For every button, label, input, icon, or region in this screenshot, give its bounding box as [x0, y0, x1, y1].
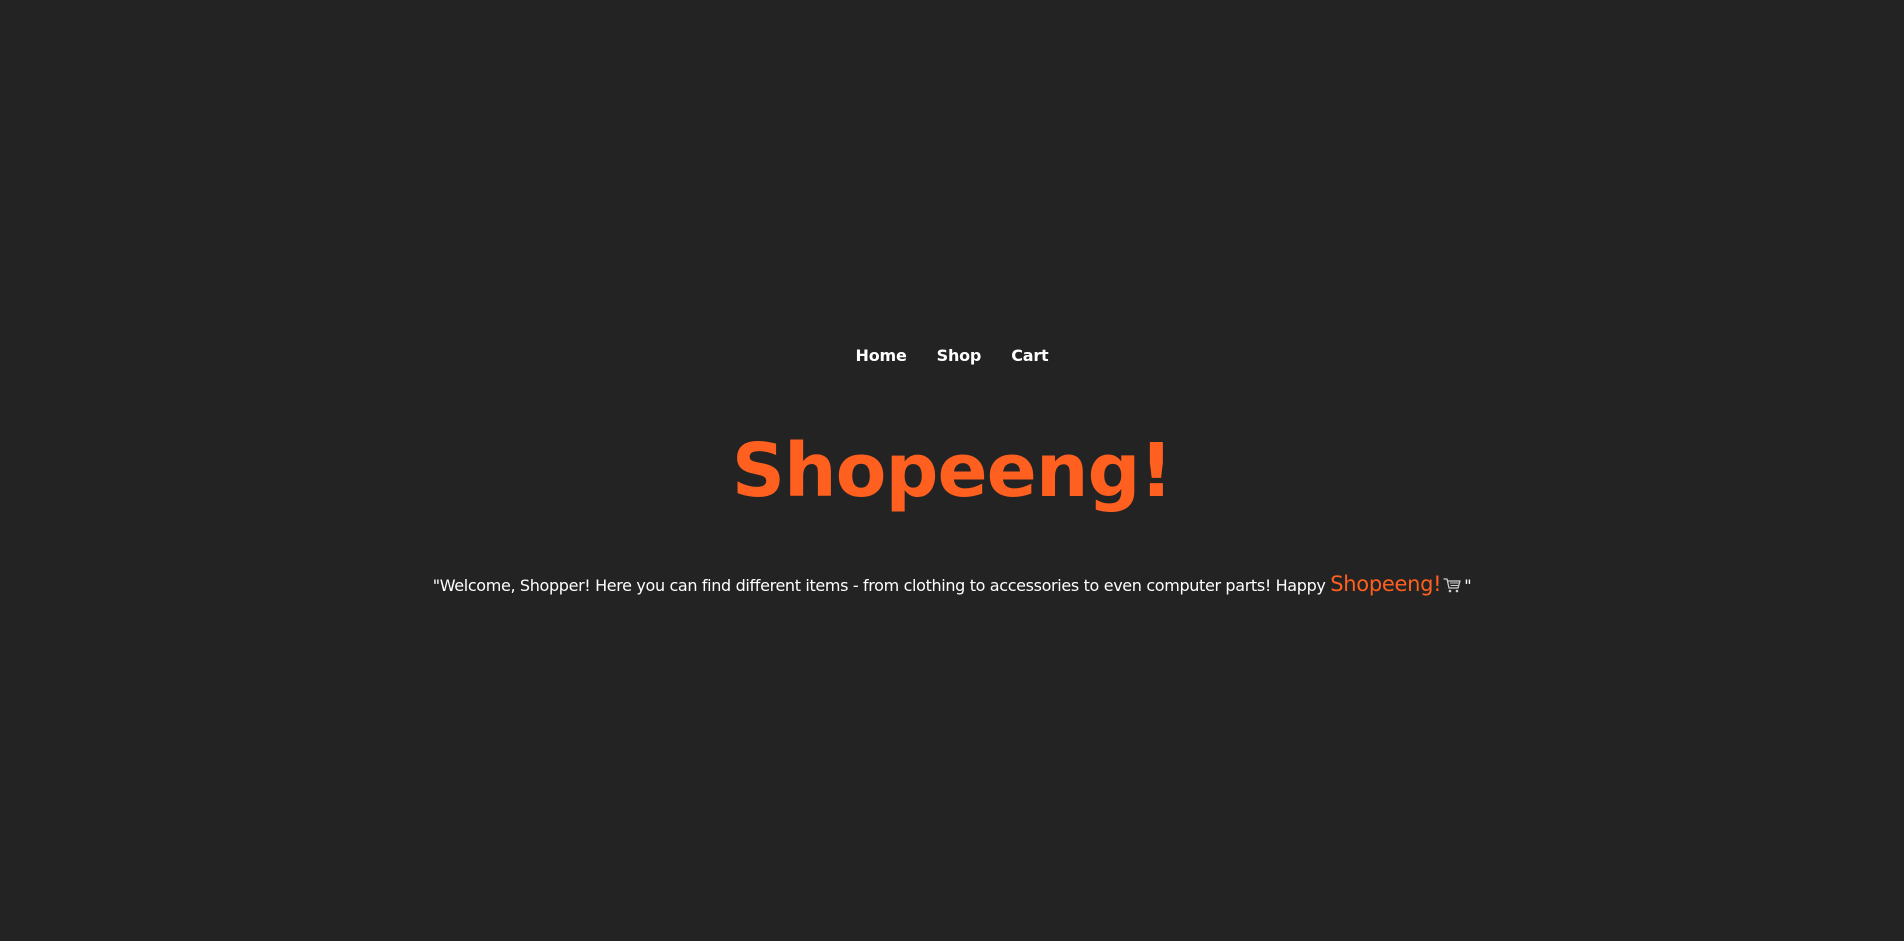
tagline-brand-name: Shopeeng!	[1330, 572, 1442, 596]
main-nav: Home Shop Cart	[0, 340, 1904, 370]
tagline-close-quote: "	[1464, 576, 1472, 595]
nav-link-shop[interactable]: Shop	[937, 346, 982, 365]
shopping-cart-icon	[1443, 570, 1461, 593]
page: Home Shop Cart Shopeeng! "Welcome, Shopp…	[0, 0, 1904, 941]
nav-link-cart[interactable]: Cart	[1011, 346, 1048, 365]
tagline-open-quote: "	[432, 576, 440, 595]
brand-title: Shopeeng!	[731, 428, 1174, 514]
nav-link-home[interactable]: Home	[856, 346, 907, 365]
tagline-text: Welcome, Shopper! Here you can find diff…	[439, 576, 1331, 595]
welcome-tagline: "Welcome, Shopper! Here you can find dif…	[0, 566, 1904, 604]
